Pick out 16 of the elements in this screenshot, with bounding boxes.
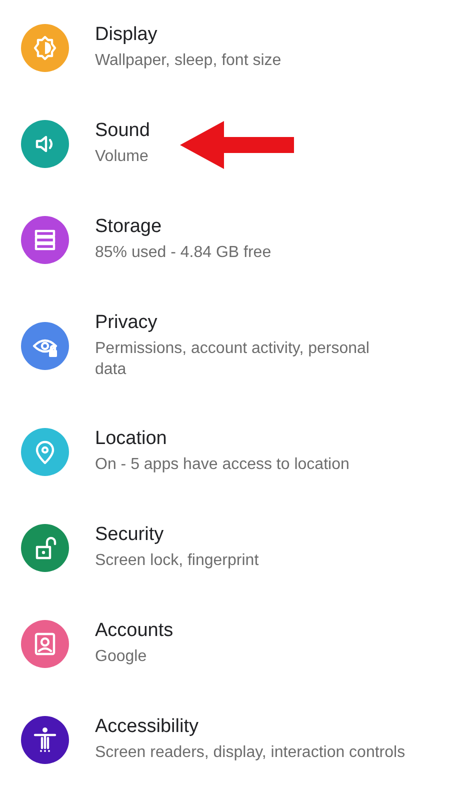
setting-summary: On - 5 apps have access to location [95, 455, 350, 476]
setting-summary: Volume [95, 147, 150, 168]
setting-title[interactable]: Security [95, 524, 259, 546]
setting-title[interactable]: Accounts [95, 620, 174, 642]
setting-summary: Permissions, account activity, personal data [95, 338, 370, 380]
setting-title[interactable]: Privacy [95, 312, 395, 334]
setting-summary: 85% used - 4.84 GB free [95, 243, 272, 264]
setting-summary: Screen lock, fingerprint [95, 551, 259, 572]
setting-title[interactable]: Accessibility [95, 716, 406, 738]
setting-summary: Google [95, 647, 148, 668]
setting-title[interactable]: Display [95, 24, 282, 46]
setting-title[interactable]: Location [95, 428, 350, 450]
setting-summary: Wallpaper, sleep, font size [95, 51, 282, 72]
setting-summary: Screen readers, display, interaction controls [95, 743, 406, 764]
setting-title[interactable]: Sound [95, 120, 150, 142]
setting-title[interactable]: Storage [95, 216, 272, 238]
